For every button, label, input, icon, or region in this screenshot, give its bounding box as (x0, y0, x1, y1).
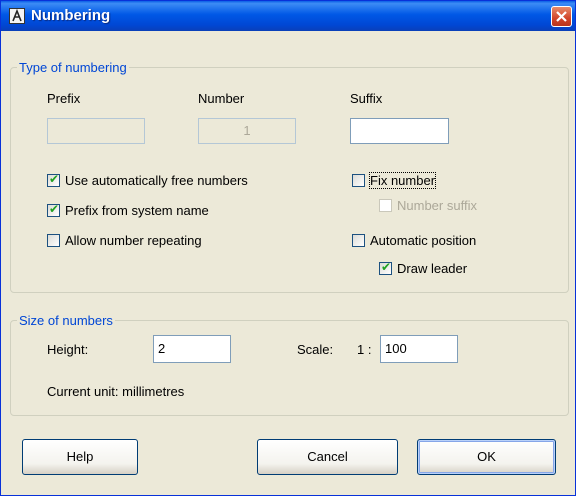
fix-number-label[interactable]: Fix number (368, 172, 437, 189)
numbering-dialog: Numbering Type of numbering Prefix Numbe… (0, 0, 576, 496)
group-title-type: Type of numbering (17, 60, 129, 75)
window-title: Numbering (31, 7, 111, 24)
automatic-position-label[interactable]: Automatic position (370, 233, 476, 248)
scale-input[interactable]: 100 (380, 335, 458, 363)
size-of-numbers-group: Size of numbers (10, 313, 569, 416)
close-icon (556, 11, 567, 22)
use-free-numbers-label[interactable]: Use automatically free numbers (65, 173, 248, 188)
current-unit-text: Current unit: millimetres (47, 384, 185, 399)
number-suffix-checkbox[interactable] (379, 199, 392, 212)
number-suffix-label: Number suffix (397, 198, 477, 213)
number-input[interactable]: 1 (198, 118, 296, 144)
group-title-size: Size of numbers (17, 313, 115, 328)
checkmark-icon: ✔ (380, 260, 392, 274)
title-bar[interactable]: Numbering (1, 1, 575, 31)
close-button[interactable] (551, 6, 572, 27)
use-free-numbers-checkbox[interactable]: ✔ (47, 172, 60, 187)
fix-number-checkbox[interactable] (352, 174, 365, 187)
suffix-input[interactable] (350, 118, 449, 144)
height-input[interactable]: 2 (153, 335, 231, 363)
draw-leader-checkbox[interactable]: ✔ (379, 260, 392, 275)
suffix-label: Suffix (350, 91, 383, 106)
scale-prefix: 1 : (357, 342, 372, 357)
automatic-position-checkbox[interactable] (352, 234, 365, 247)
prefix-from-system-label[interactable]: Prefix from system name (65, 203, 209, 218)
prefix-from-system-checkbox[interactable]: ✔ (47, 202, 60, 217)
number-label: Number (198, 91, 245, 106)
draw-leader-label[interactable]: Draw leader (397, 261, 467, 276)
prefix-input[interactable] (47, 118, 145, 144)
ok-button[interactable]: OK (417, 439, 556, 475)
checkmark-icon: ✔ (48, 202, 60, 216)
allow-repeat-checkbox[interactable] (47, 234, 60, 247)
autocad-a-icon (9, 8, 25, 24)
height-label: Height: (47, 342, 89, 357)
checkmark-icon: ✔ (48, 172, 60, 186)
help-button[interactable]: Help (22, 439, 138, 475)
scale-label: Scale: (297, 342, 334, 357)
prefix-label: Prefix (47, 91, 81, 106)
allow-repeat-label[interactable]: Allow number repeating (65, 233, 202, 248)
cancel-button[interactable]: Cancel (257, 439, 398, 475)
